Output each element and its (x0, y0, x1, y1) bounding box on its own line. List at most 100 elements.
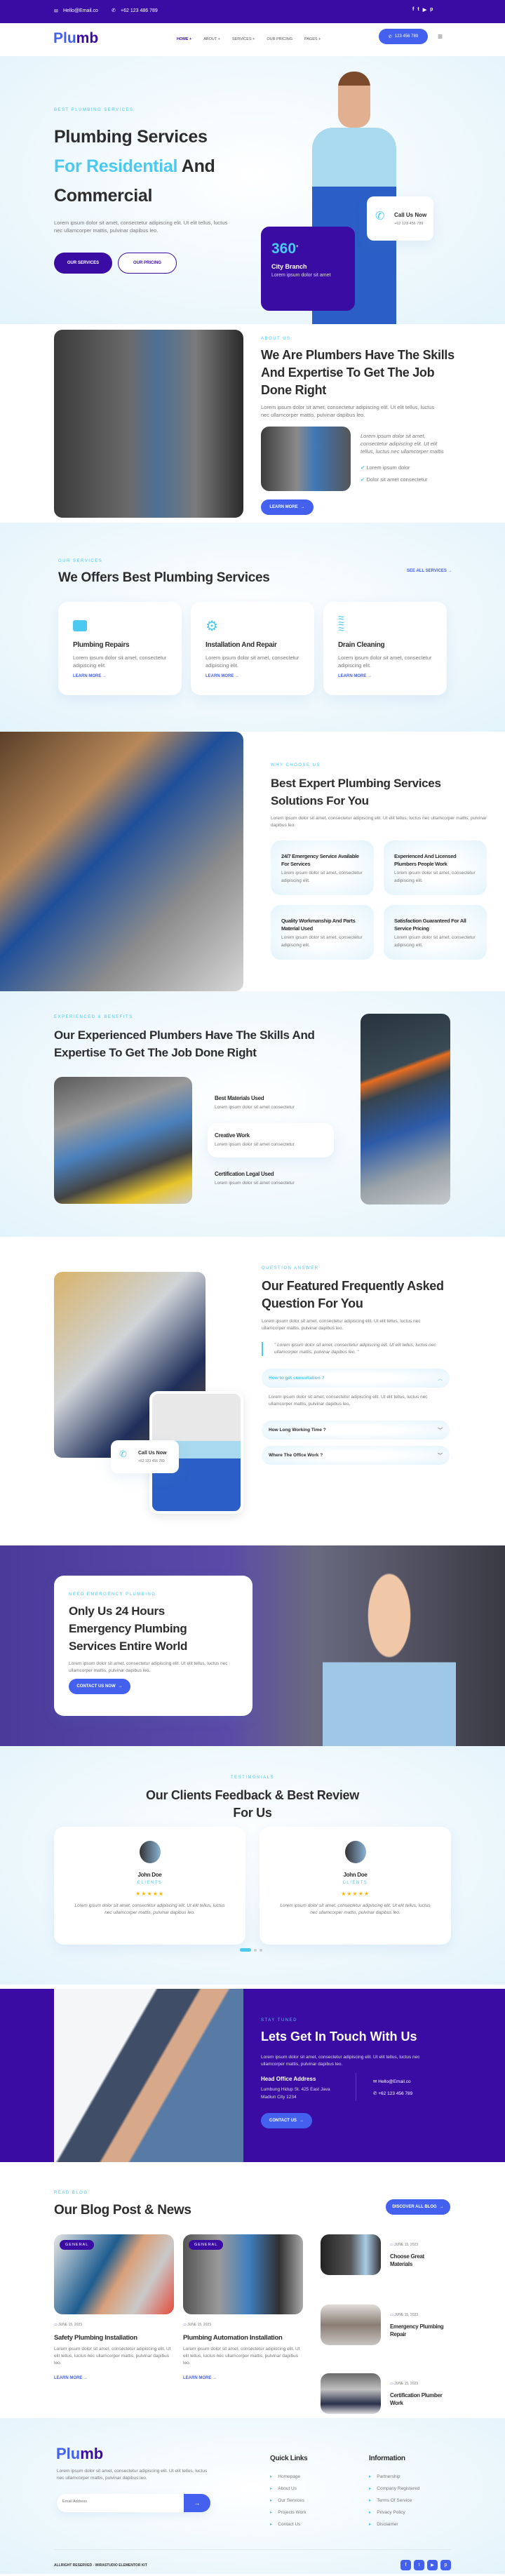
check-item: ✔ Lorem ipsum dolor (361, 464, 410, 471)
chevron-up-icon: ︿ (438, 1376, 443, 1381)
faq-item-open[interactable]: How to get consultation ? ︿ (262, 1369, 450, 1388)
service-card[interactable]: ⚙ Installation And Repair Lorem ipsum do… (191, 602, 314, 695)
faq-quote: " Lorem ipsum dolor sit amet, consectetu… (262, 1342, 447, 1356)
pinterest-icon[interactable]: p (430, 7, 433, 13)
information-list: ▸ Partnership ▸ Company Registered ▸ Terms … (369, 2471, 419, 2530)
call-us-card[interactable]: ✆ Call Us Now +62 123 456 789 (111, 1440, 179, 1473)
youtube-icon[interactable]: ▶ (427, 2560, 438, 2570)
nav-pricing[interactable]: OUR PRICING (267, 37, 292, 41)
contact-us-button[interactable]: CONTACT US → (261, 2113, 312, 2128)
footer-link[interactable]: ▸ Projects Work (270, 2507, 307, 2518)
calendar-icon: ▭ (54, 2323, 58, 2327)
topbar-phone[interactable]: +62 123 486 789 (121, 8, 158, 13)
footer-link[interactable]: ▸ Our Services (270, 2495, 307, 2507)
subscribe-button[interactable]: → (184, 2494, 210, 2512)
twitter-icon[interactable]: t (417, 7, 419, 13)
avatar (344, 1841, 366, 1863)
benefit-item: Best Materials Used Lorem ipsum dolor sit… (215, 1095, 295, 1110)
faq-item[interactable]: Where The Office Work ? ﹀ (262, 1446, 450, 1465)
our-pricing-button[interactable]: OUR PRICING (118, 253, 177, 274)
phone-icon: ✆ (375, 210, 385, 222)
hero-text: Lorem ipsum dolor sit amet, consectetur … (54, 220, 228, 234)
about-small-image (261, 427, 351, 491)
service-card[interactable]: Plumbing Repairs Lorem ipsum dolor sit a… (58, 602, 182, 695)
phone-cta-button[interactable]: ✆ 123 456 789 (379, 29, 428, 44)
logo[interactable]: Plumb (53, 30, 98, 47)
newsletter-form: → (57, 2494, 210, 2512)
pinterest-icon[interactable]: p (440, 2560, 451, 2570)
phone-icon: ✆ (112, 8, 116, 13)
copyright: ALLRIGHT RESERVED - WIRASTUDIO ELEMENTOR… (54, 2563, 147, 2568)
footer-link[interactable]: ▸ Homepage (270, 2471, 307, 2483)
footer-divider (54, 2549, 451, 2550)
facebook-icon[interactable]: f (412, 7, 414, 13)
blog-post-card[interactable]: GENERAL ▭ JUNE 15, 2023 Plumbing Automat… (183, 2234, 304, 2380)
hero-title: Plumbing Services For Residential And Co… (54, 127, 215, 206)
blog-post-card[interactable]: GENERAL ▭ JUNE 15, 2023 Safety Plumbing … (54, 2234, 175, 2380)
mail-icon: ✉ (54, 9, 58, 14)
category-badge: GENERAL (189, 2240, 224, 2250)
nav-services[interactable]: SERVICES + (232, 37, 255, 41)
footer-link[interactable]: ▸ Privacy Policy (369, 2507, 419, 2518)
contact-us-now-button[interactable]: CONTACT US NOW → (69, 1679, 130, 1694)
about-learn-more-button[interactable]: LEARN MORE → (261, 499, 314, 515)
email-input[interactable] (62, 2500, 168, 2504)
topbar-email[interactable]: Hello@Email.co (63, 8, 98, 13)
blog-side-item[interactable]: ▭ JUNE 15, 2023 Certification Plumber Wo… (321, 2373, 454, 2414)
stat-card: 360+ City Branch Lorem ipsum dolor sit a… (261, 227, 355, 311)
footer-link[interactable]: ▸ Terms Of Service (369, 2495, 419, 2507)
nav-pages[interactable]: PAGES + (304, 37, 321, 41)
blog-image: GENERAL (183, 2234, 303, 2314)
check-icon: ✔ (361, 464, 365, 471)
see-all-services-link[interactable]: SEE ALL SERVICES → (407, 569, 452, 573)
water-waves-icon: ≈ ≈ ≈ (338, 612, 344, 636)
mail-icon: ✉ (373, 2079, 377, 2084)
experience-image-left (54, 1077, 192, 1204)
hero-section: BEST PLUMBING SERVICES Plumbing Services… (0, 56, 505, 324)
discover-all-blog-button[interactable]: DISCOVER ALL BLOG → (386, 2199, 450, 2215)
gears-icon: ⚙ (206, 619, 218, 634)
blog-side-item[interactable]: ▭ JUNE 15, 2023 Choose Great Materials (321, 2234, 454, 2275)
star-rating: ★★★★★ (341, 1891, 370, 1897)
about-main-image (54, 330, 243, 518)
footer: Plumb Lorem ipsum dolor sit amet, consec… (0, 2418, 505, 2574)
check-item: ✔ Dolor sit amet consectetur (361, 476, 428, 483)
footer-link[interactable]: ▸ Partnership (369, 2471, 419, 2483)
hamburger-menu-icon[interactable]: ≡ (438, 32, 443, 41)
carousel-dots[interactable] (240, 1948, 262, 1952)
blog-side-item[interactable]: ▭ JUNE 15, 2023 Emergency Plumbing Repai… (321, 2305, 454, 2345)
emergency-card: NEED EMERGENCY PLUMBING Only Us 24 Hours… (54, 1576, 252, 1716)
arrow-right-icon: → (194, 2500, 201, 2507)
footer-link[interactable]: ▸ Disclaimer (369, 2518, 419, 2530)
service-card[interactable]: ≈ ≈ ≈ Drain Cleaning Lorem ipsum dolor sit… (323, 602, 447, 695)
nav-about[interactable]: ABOUT + (203, 37, 220, 41)
youtube-icon[interactable]: ▶ (423, 7, 426, 13)
contact-image (54, 1989, 243, 2162)
faq-section: ✆ Call Us Now +62 123 456 789 QUESTION A… (0, 1237, 505, 1538)
feature-card: 24/7 Emergency Service Available For Ser… (271, 840, 374, 895)
testimonial-card: John Doe CLIENTS ★★★★★ Lorem ipsum dolor… (260, 1827, 451, 1945)
phone-icon: ✆ (388, 34, 392, 39)
about-section: ABOUT US We Are Plumbers Have The Skills… (0, 324, 505, 523)
calendar-icon: ▭ (390, 2382, 393, 2386)
twitter-icon[interactable]: t (414, 2560, 424, 2570)
nav-home[interactable]: HOME + (177, 37, 191, 41)
facebook-icon[interactable]: f (400, 2560, 411, 2570)
calendar-icon: ▭ (390, 2243, 393, 2247)
testimonials-section: TESTIMONIALS Our Clients Feedback & Best… (0, 1746, 505, 1985)
our-services-button[interactable]: OUR SERVICES (54, 253, 112, 274)
star-rating: ★★★★★ (135, 1891, 164, 1897)
footer-logo[interactable]: Plumb (56, 2445, 103, 2463)
call-us-card[interactable]: ✆ Call Us Now +62 123 456 789 (367, 196, 433, 241)
services-section: OUR SERVICES We Offers Best Plumbing Ser… (0, 523, 505, 732)
contact-section: STAY TUNED Lets Get In Touch With Us Lor… (0, 1989, 505, 2162)
footer-link[interactable]: ▸ About Us (270, 2483, 307, 2495)
footer-link[interactable]: ▸ Company Registered (369, 2483, 419, 2495)
footer-link[interactable]: ▸ Contact Us (270, 2518, 307, 2530)
testimonial-card: John Doe CLIENTS ★★★★★ Lorem ipsum dolor… (54, 1827, 245, 1945)
faq-item[interactable]: How Long Working Time ? ﹀ (262, 1421, 450, 1440)
contact-title: Lets Get In Touch With Us (261, 2030, 417, 2044)
avatar (139, 1841, 161, 1863)
blog-image: GENERAL (54, 2234, 174, 2314)
why-title: Best Expert Plumbing Services Solutions … (271, 777, 441, 807)
